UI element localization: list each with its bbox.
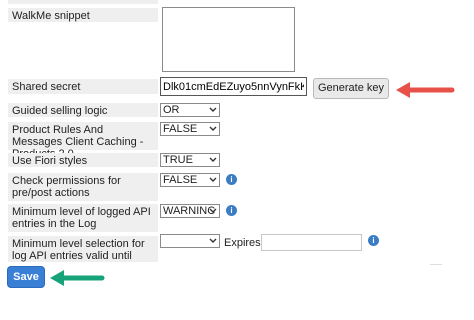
expires-label: Expires: <box>224 237 264 249</box>
top-row-label-stub <box>8 0 158 4</box>
save-button[interactable]: Save <box>7 266 45 288</box>
guided-selling-value: OR <box>163 104 180 116</box>
walkme-label: WalkMe snippet <box>8 8 158 22</box>
chevron-down-icon <box>209 126 217 131</box>
shared-secret-label-text: Shared secret <box>12 81 81 93</box>
shared-secret-label: Shared secret <box>8 79 158 94</box>
product-rules-value: FALSE <box>163 123 198 135</box>
info-icon[interactable]: i <box>368 235 379 246</box>
guided-selling-label: Guided selling logic <box>8 103 158 117</box>
guided-selling-label-text: Guided selling logic <box>12 105 108 117</box>
fiori-value: TRUE <box>163 154 193 166</box>
product-rules-select[interactable]: FALSE <box>160 122 220 136</box>
check-permissions-value: FALSE <box>163 174 198 186</box>
check-permissions-select[interactable]: FALSE <box>160 173 220 187</box>
walkme-snippet-textarea[interactable] <box>162 7 295 72</box>
chevron-down-icon <box>209 208 217 213</box>
fiori-select[interactable]: TRUE <box>160 153 220 167</box>
generate-key-label: Generate key <box>317 82 385 94</box>
info-icon[interactable]: i <box>226 174 237 185</box>
guided-selling-select[interactable]: OR <box>160 103 220 117</box>
shared-secret-input[interactable] <box>160 77 307 96</box>
min-level-selection-label: Minimum level selection for log API entr… <box>8 236 158 262</box>
min-log-level-value: WARNINC <box>163 205 216 217</box>
walkme-label-text: WalkMe snippet <box>12 10 90 22</box>
min-level-selection-label-text: Minimum level selection for log API entr… <box>12 238 145 262</box>
chevron-down-icon <box>209 107 217 112</box>
min-level-selection-select[interactable] <box>160 234 220 248</box>
chevron-down-icon <box>209 238 217 243</box>
min-log-level-label: Minimum level of logged API entries in t… <box>8 204 158 232</box>
red-arrow-annotation <box>396 82 455 98</box>
min-log-level-select[interactable]: WARNINC <box>160 204 220 218</box>
check-permissions-label: Check permissions for pre/post actions <box>8 173 158 201</box>
info-icon[interactable]: i <box>226 205 237 216</box>
fiori-label: Use Fiori styles <box>8 153 158 167</box>
generate-key-button[interactable]: Generate key <box>313 78 389 99</box>
fiori-label-text: Use Fiori styles <box>12 155 88 167</box>
chevron-down-icon <box>209 157 217 162</box>
save-label: Save <box>13 271 39 283</box>
green-arrow-annotation <box>50 270 105 286</box>
chevron-down-icon <box>209 177 217 182</box>
min-log-level-label-text: Minimum level of logged API entries in t… <box>12 206 151 230</box>
product-rules-label: Product Rules And Messages Client Cachin… <box>8 122 158 160</box>
divider <box>430 264 442 265</box>
check-permissions-label-text: Check permissions for pre/post actions <box>12 175 121 199</box>
expires-input[interactable] <box>261 234 362 251</box>
